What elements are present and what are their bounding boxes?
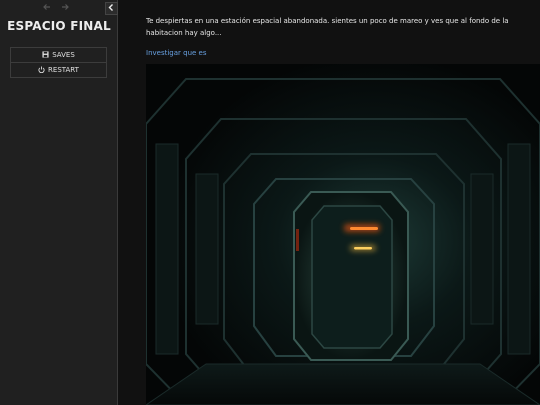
passage-text: Te despiertas en una estación espacial a… <box>146 17 509 37</box>
sidebar: ESPACIO FINAL SAVES RESTART <box>0 0 118 405</box>
passage: Te despiertas en una estación espacial a… <box>146 15 536 57</box>
history-nav <box>40 2 72 14</box>
story-menu: SAVES RESTART <box>10 47 107 78</box>
arrow-right-icon <box>62 4 69 10</box>
saves-button[interactable]: SAVES <box>11 48 106 63</box>
chevron-left-icon <box>108 4 113 11</box>
floppy-disk-icon <box>42 51 49 58</box>
history-forward-button[interactable] <box>58 2 72 14</box>
corridor-image <box>146 64 540 405</box>
restart-button[interactable]: RESTART <box>11 63 106 77</box>
saves-label: SAVES <box>52 51 75 59</box>
power-icon <box>38 66 45 74</box>
investigate-link[interactable]: Investigar que es <box>146 49 536 57</box>
restart-label: RESTART <box>48 66 79 74</box>
history-back-button[interactable] <box>40 2 54 14</box>
arrow-left-icon <box>43 4 50 10</box>
sidebar-toggle-button[interactable] <box>105 2 118 15</box>
corridor-scene <box>146 64 540 405</box>
story-title: ESPACIO FINAL <box>7 19 111 33</box>
